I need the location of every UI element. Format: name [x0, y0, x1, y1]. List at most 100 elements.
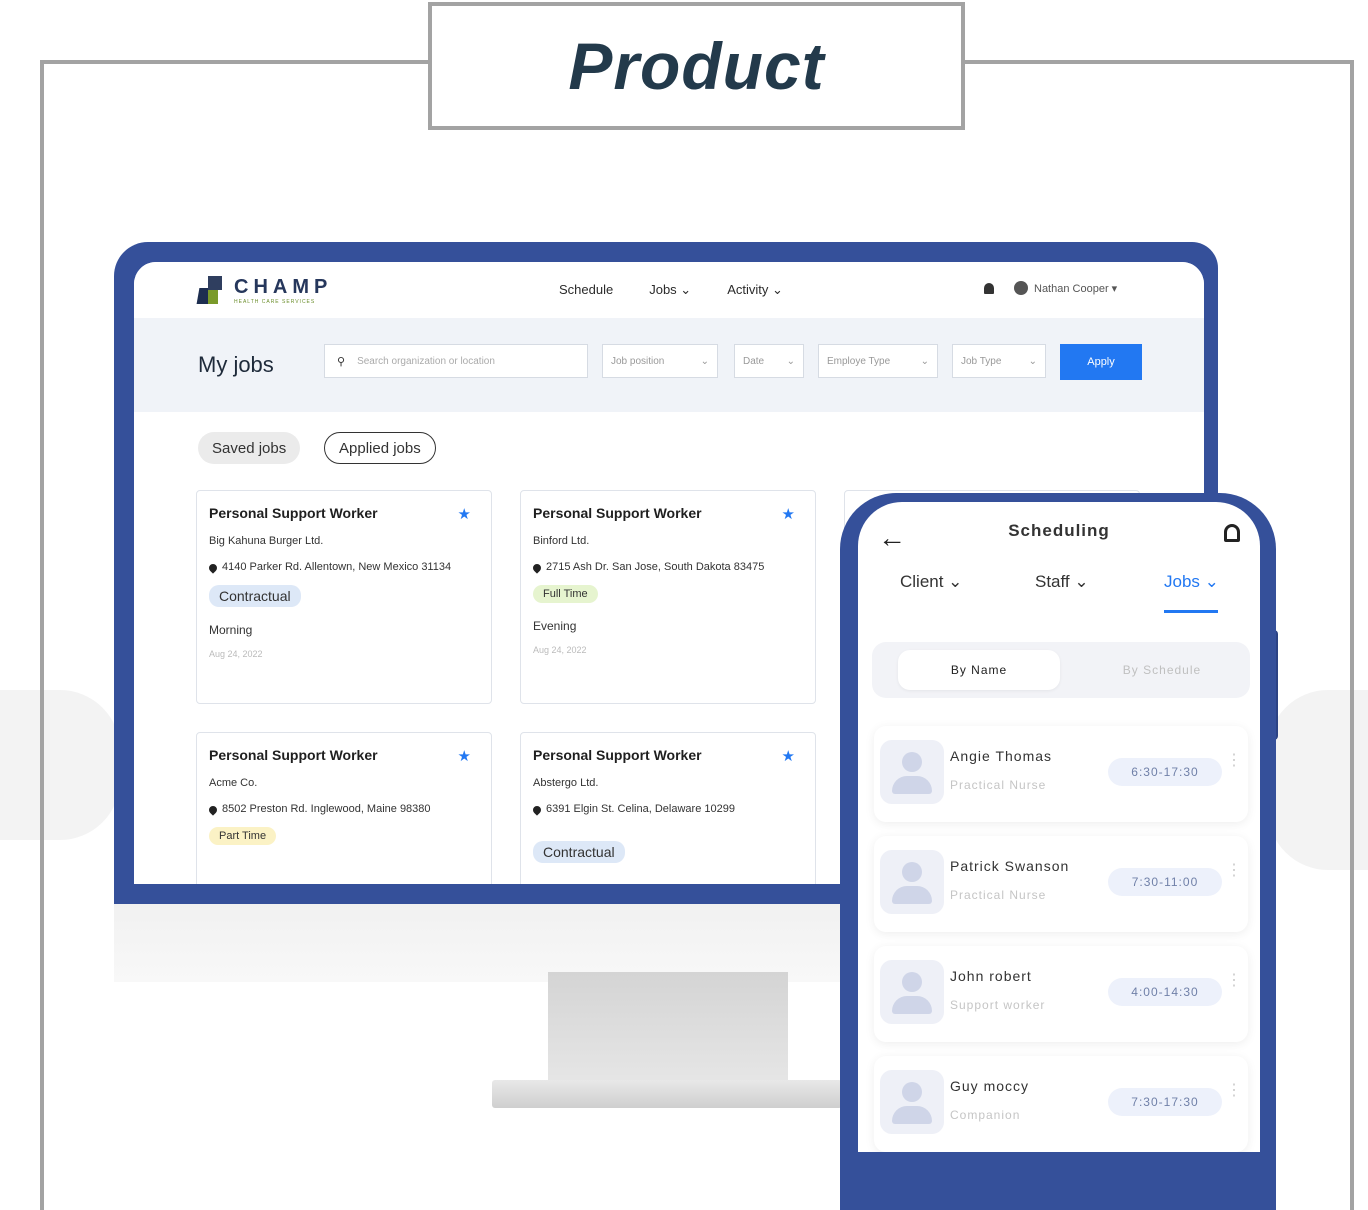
person-avatar-icon — [880, 850, 944, 914]
job-position-label: Job position — [611, 355, 665, 367]
star-icon[interactable]: ★ — [782, 505, 795, 523]
search-placeholder: Search organization or location — [357, 355, 495, 367]
chevron-down-icon: ⌄ — [786, 355, 795, 367]
job-location: 6391 Elgin St. Celina, Delaware 10299 — [546, 803, 735, 815]
employment-type-badge: Full Time — [533, 584, 598, 603]
company-name: Binford Ltd. — [533, 535, 590, 547]
person-avatar-icon — [880, 1070, 944, 1134]
search-icon: ⚲ — [337, 355, 346, 368]
staff-row[interactable]: John robert Support worker 4:00-14:30 ⋮ — [874, 946, 1248, 1042]
job-card[interactable]: Personal Support Worker ★ Abstergo Ltd. … — [520, 732, 816, 884]
job-title: Personal Support Worker — [209, 747, 378, 763]
phone-screen: ← Scheduling Client ⌄ Staff ⌄ Jobs ⌄ By … — [858, 502, 1260, 1152]
shift-time-badge: 7:30-17:30 — [1108, 1088, 1222, 1116]
product-showcase: Product CHAMP HEALTH CARE SERVICES Sched… — [0, 0, 1368, 1210]
top-nav: CHAMP HEALTH CARE SERVICES Schedule Jobs… — [134, 262, 1204, 318]
more-options-icon[interactable]: ⋮ — [1226, 973, 1242, 988]
logo-name: CHAMP — [234, 275, 333, 298]
company-name: Acme Co. — [209, 777, 258, 789]
person-avatar-icon — [880, 740, 944, 804]
user-name: Nathan Cooper ▾ — [1034, 282, 1118, 295]
apply-button[interactable]: Apply — [1060, 344, 1142, 380]
job-card[interactable]: Personal Support Worker ★ Acme Co. 8502 … — [196, 732, 492, 884]
job-type-label: Job Type — [961, 355, 1002, 367]
date-select[interactable]: Date ⌄ — [734, 344, 804, 378]
nav-jobs[interactable]: Jobs ⌄ — [649, 282, 691, 298]
applied-jobs-chip[interactable]: Applied jobs — [324, 432, 436, 464]
by-name-toggle[interactable]: By Name — [898, 650, 1060, 690]
more-options-icon[interactable]: ⋮ — [1226, 753, 1242, 768]
job-date: Aug 24, 2022 — [209, 648, 263, 659]
saved-jobs-chip[interactable]: Saved jobs — [198, 432, 301, 464]
shift-time-badge: 4:00-14:30 — [1108, 978, 1222, 1006]
staff-name: Angie Thomas — [950, 748, 1053, 764]
star-icon[interactable]: ★ — [458, 747, 471, 765]
scheduling-title: Scheduling — [1008, 521, 1110, 540]
more-options-icon[interactable]: ⋮ — [1226, 863, 1242, 878]
staff-row[interactable]: Guy moccy Companion 7:30-17:30 ⋮ — [874, 1056, 1248, 1152]
star-icon[interactable]: ★ — [458, 505, 471, 523]
staff-role: Practical Nurse — [950, 888, 1047, 902]
champ-logo[interactable]: CHAMP HEALTH CARE SERVICES — [194, 274, 332, 306]
shift-time-badge: 6:30-17:30 — [1108, 758, 1222, 786]
logo-subtitle: HEALTH CARE SERVICES — [234, 298, 316, 305]
staff-role: Support worker — [950, 998, 1046, 1012]
job-location: 2715 Ash Dr. San Jose, South Dakota 8347… — [546, 561, 765, 573]
staff-row[interactable]: Angie Thomas Practical Nurse 6:30-17:30 … — [874, 726, 1248, 822]
staff-name: John robert — [950, 968, 1032, 984]
employ-type-label: Employe Type — [827, 355, 891, 367]
user-avatar — [1014, 281, 1028, 295]
location-pin-icon — [531, 804, 543, 816]
chevron-down-icon: ⌄ — [700, 355, 709, 367]
by-schedule-toggle[interactable]: By Schedule — [1086, 650, 1238, 690]
star-icon[interactable]: ★ — [782, 747, 795, 765]
company-name: Big Kahuna Burger Ltd. — [209, 535, 324, 547]
employment-type-badge: Contractual — [533, 840, 625, 863]
staff-row[interactable]: Patrick Swanson Practical Nurse 7:30-11:… — [874, 836, 1248, 932]
monitor-base — [492, 1080, 842, 1108]
nav-schedule[interactable]: Schedule — [559, 282, 613, 298]
more-options-icon[interactable]: ⋮ — [1226, 1083, 1242, 1098]
shift-time-badge: 7:30-11:00 — [1108, 868, 1222, 896]
tab-staff[interactable]: Staff ⌄ — [1035, 572, 1089, 592]
person-avatar-icon — [880, 960, 944, 1024]
nav-right: Nathan Cooper ▾ — [984, 281, 1117, 295]
job-date: Aug 24, 2022 — [533, 644, 587, 655]
staff-role: Practical Nurse — [950, 778, 1047, 792]
user-menu[interactable]: Nathan Cooper ▾ — [1014, 281, 1117, 295]
job-location: 8502 Preston Rd. Inglewood, Maine 98380 — [222, 803, 431, 815]
filter-bar: My jobs ⚲ Search organization or locatio… — [134, 318, 1204, 412]
job-card[interactable]: Personal Support Worker ★ Binford Ltd. 2… — [520, 490, 816, 704]
notification-bell-icon[interactable] — [1224, 524, 1240, 542]
notification-bell-icon[interactable] — [984, 282, 994, 294]
chevron-down-icon: ⌄ — [920, 355, 929, 367]
company-name: Abstergo Ltd. — [533, 777, 599, 789]
job-location: 4140 Parker Rd. Allentown, New Mexico 31… — [222, 561, 452, 573]
job-title: Personal Support Worker — [533, 505, 702, 521]
staff-name: Guy moccy — [950, 1078, 1030, 1094]
page-title: Product — [568, 29, 825, 103]
tab-jobs[interactable]: Jobs ⌄ — [1164, 572, 1219, 592]
nav-links: Schedule Jobs ⌄ Activity ⌄ — [559, 282, 783, 298]
tab-client[interactable]: Client ⌄ — [900, 572, 962, 592]
employment-type-badge: Part Time — [209, 826, 277, 845]
employ-type-select[interactable]: Employe Type ⌄ — [818, 344, 938, 378]
monitor-stand — [548, 972, 788, 1084]
view-toggle: By Name By Schedule — [872, 642, 1250, 698]
job-card[interactable]: Personal Support Worker ★ Big Kahuna Bur… — [196, 490, 492, 704]
page-heading: My jobs — [198, 352, 274, 377]
location-pin-icon — [531, 562, 543, 574]
staff-name: Patrick Swanson — [950, 858, 1070, 874]
job-position-select[interactable]: Job position ⌄ — [602, 344, 718, 378]
location-pin-icon — [207, 562, 219, 574]
chevron-down-icon: ⌄ — [1028, 355, 1037, 367]
title-box: Product — [428, 2, 965, 130]
shift-label: Morning — [209, 622, 253, 637]
nav-activity[interactable]: Activity ⌄ — [727, 282, 783, 298]
active-tab-indicator — [1164, 610, 1218, 613]
job-type-select[interactable]: Job Type ⌄ — [952, 344, 1046, 378]
job-title: Personal Support Worker — [209, 505, 378, 521]
date-label: Date — [743, 355, 765, 367]
search-input[interactable]: ⚲ Search organization or location — [324, 344, 588, 378]
employment-type-badge: Contractual — [209, 584, 301, 607]
